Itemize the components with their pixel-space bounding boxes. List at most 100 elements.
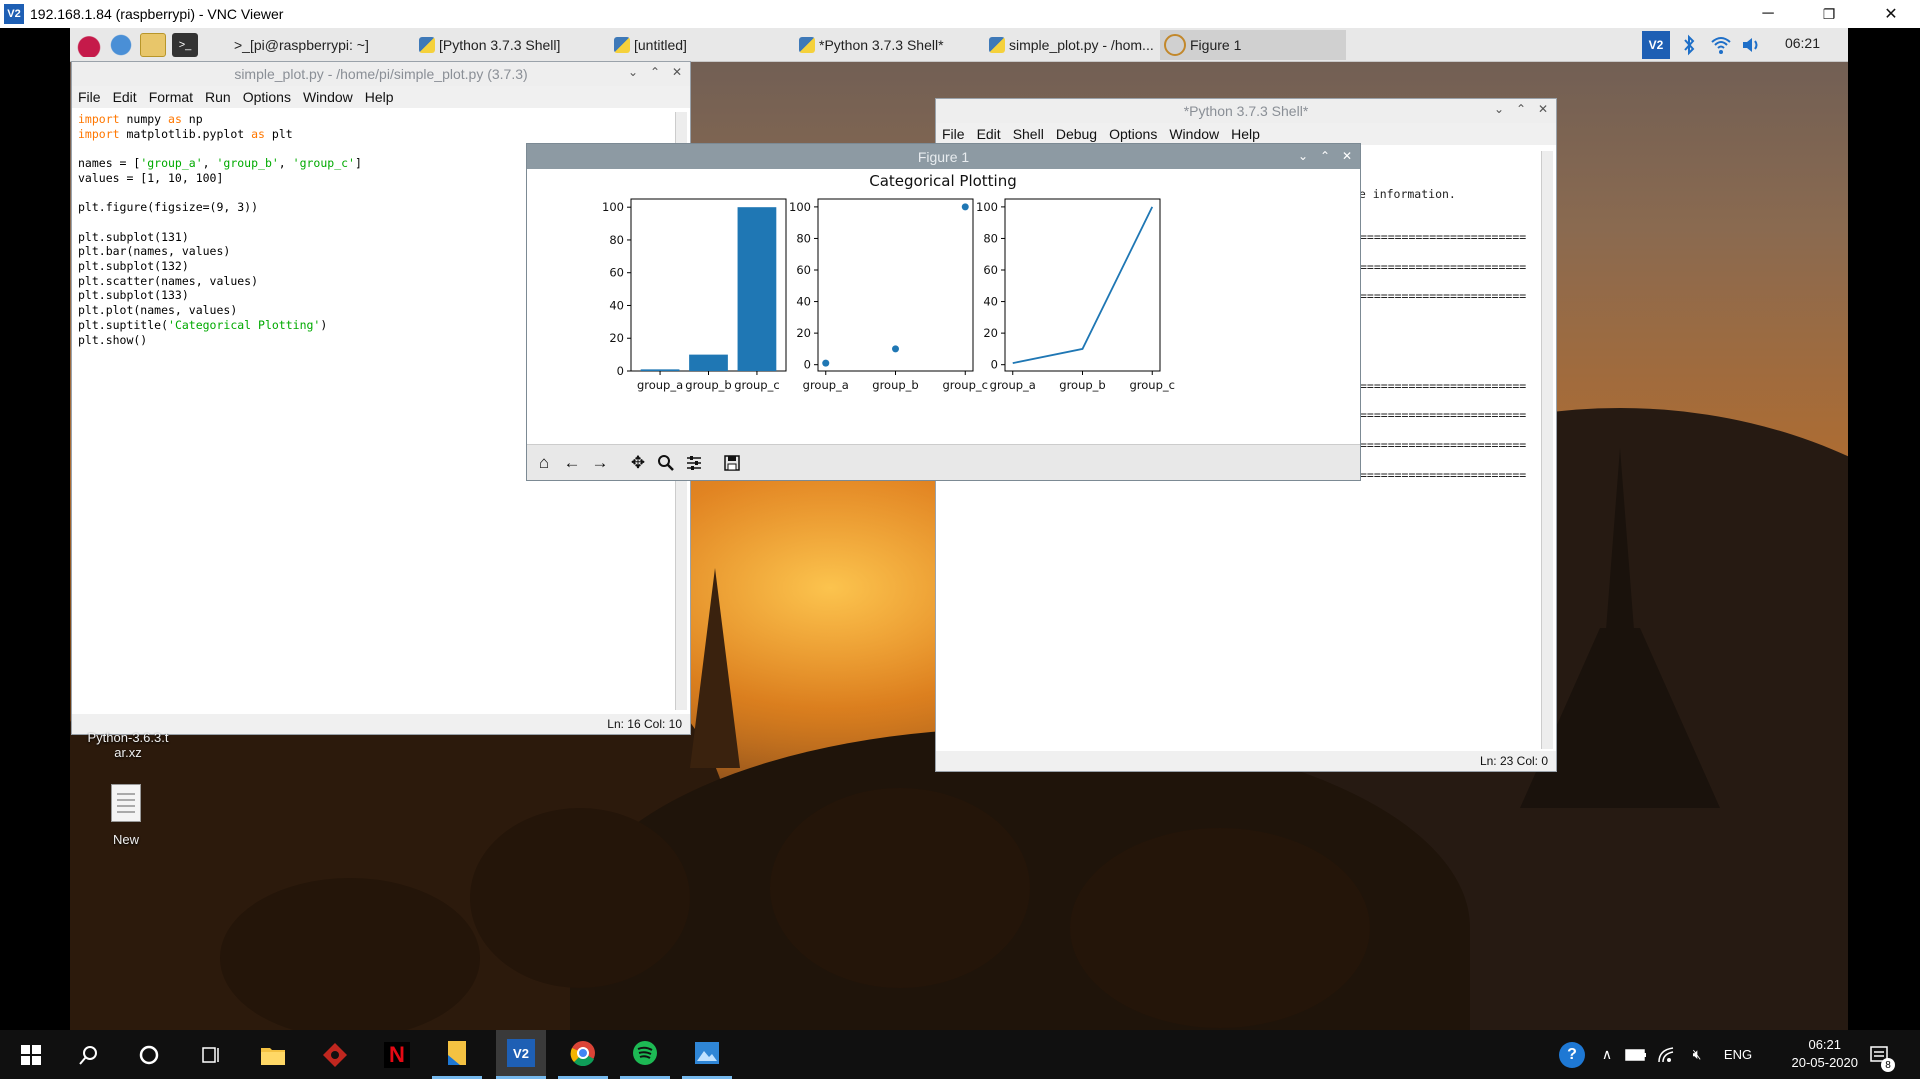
text-file-icon[interactable] <box>111 784 141 822</box>
shell-separator: ======================== <box>1360 260 1527 274</box>
menu-window[interactable]: Window <box>303 89 353 105</box>
cortana-icon[interactable] <box>124 1030 174 1079</box>
cursor-position: Ln: 23 Col: 0 <box>1479 754 1548 768</box>
task-python-shell[interactable]: [Python 3.7.3 Shell] <box>415 30 575 60</box>
y-tick-label: 20 <box>983 326 998 340</box>
bluetooth-icon[interactable] <box>1682 34 1696 56</box>
chevron-up-icon[interactable]: ∧ <box>1592 1030 1622 1079</box>
notifications-icon[interactable]: 8 <box>1860 1030 1900 1079</box>
bar <box>689 354 728 371</box>
close-icon[interactable]: ✕ <box>1342 149 1352 163</box>
menu-window[interactable]: Window <box>1169 126 1219 142</box>
clock-time: 06:21 <box>1808 1037 1842 1052</box>
raspberry-menu-icon[interactable] <box>76 33 102 57</box>
menu-run[interactable]: Run <box>205 89 231 105</box>
y-tick-label: 80 <box>983 231 998 245</box>
vnc-title-bar: V2 192.168.1.84 (raspberrypi) - VNC View… <box>0 0 1920 28</box>
game-app-icon[interactable] <box>310 1030 360 1079</box>
shell-separator: ======================== <box>1360 230 1527 244</box>
x-tick-label: group_c <box>1130 378 1175 392</box>
search-icon[interactable] <box>64 1030 114 1079</box>
rpi-top-panel: >_ >_[pi@raspberrypi: ~] [Python 3.7.3 S… <box>70 28 1848 62</box>
menu-debug[interactable]: Debug <box>1056 126 1097 142</box>
shell-menubar: File Edit Shell Debug Options Window Hel… <box>936 123 1556 145</box>
chrome-icon[interactable] <box>558 1030 608 1079</box>
vnc-window-title: 192.168.1.84 (raspberrypi) - VNC Viewer <box>30 6 284 22</box>
maximize-icon[interactable]: ⌃ <box>1320 149 1330 163</box>
forward-icon[interactable]: → <box>587 450 613 476</box>
battery-icon[interactable] <box>1620 1030 1652 1079</box>
home-icon[interactable]: ⌂ <box>531 450 557 476</box>
menu-file[interactable]: File <box>942 126 965 142</box>
menu-help[interactable]: Help <box>1231 126 1260 142</box>
chevron-down-icon[interactable]: ⌄ <box>1494 102 1504 116</box>
minimize-button[interactable]: ─ <box>1745 0 1791 28</box>
x-tick-label: group_c <box>734 378 779 392</box>
plot-canvas[interactable]: Categorical Plotting 0 20 40 60 80 100 group_a g… <box>527 169 1360 444</box>
y-tick-label: 0 <box>991 358 998 372</box>
task-label: simple_plot.py - /hom... <box>1009 37 1154 53</box>
wifi-icon[interactable] <box>1710 34 1732 56</box>
menu-edit[interactable]: Edit <box>113 89 137 105</box>
task-python-shell-modified[interactable]: *Python 3.7.3 Shell* <box>795 30 945 60</box>
menu-shell[interactable]: Shell <box>1013 126 1044 142</box>
menu-edit[interactable]: Edit <box>977 126 1001 142</box>
menu-file[interactable]: File <box>78 89 101 105</box>
task-terminal[interactable]: >_[pi@raspberrypi: ~] <box>230 30 380 60</box>
chevron-down-icon[interactable]: ⌄ <box>628 65 638 79</box>
y-tick-label: 40 <box>796 295 811 309</box>
shell-scrollbar[interactable] <box>1541 151 1553 749</box>
chart-title: Categorical Plotting <box>869 172 1017 190</box>
code-line: import matplotlib.pyplot as plt <box>78 126 293 141</box>
zoom-icon[interactable] <box>653 450 679 476</box>
pan-icon[interactable]: ✥ <box>625 450 651 476</box>
task-untitled[interactable]: [untitled] <box>610 30 750 60</box>
desktop-file-new[interactable]: New <box>96 832 156 847</box>
file-explorer-icon[interactable] <box>248 1030 298 1079</box>
desktop-file-python-archive[interactable]: Python-3.6.3.t ar.xz <box>76 730 180 760</box>
shell-separator: ======================== <box>1360 408 1527 422</box>
task-figure-1[interactable]: Figure 1 <box>1160 30 1346 60</box>
muted-speaker-icon[interactable]: 🔇︎ <box>1682 1030 1712 1079</box>
task-view-icon[interactable] <box>186 1030 236 1079</box>
volume-icon[interactable] <box>1740 34 1762 56</box>
language-indicator[interactable]: ENG <box>1716 1030 1760 1079</box>
help-icon[interactable]: ? <box>1552 1030 1592 1079</box>
menu-options[interactable]: Options <box>243 89 291 105</box>
sticky-notes-icon[interactable] <box>432 1030 482 1079</box>
restore-button[interactable]: ❐ <box>1806 0 1852 28</box>
chevron-down-icon[interactable]: ⌄ <box>1298 149 1308 163</box>
menu-format[interactable]: Format <box>149 89 193 105</box>
maximize-icon[interactable]: ⌃ <box>1516 102 1526 116</box>
netflix-icon[interactable]: N <box>372 1030 422 1079</box>
windows-start-icon[interactable] <box>6 1030 56 1079</box>
configure-icon[interactable] <box>681 450 707 476</box>
menu-help[interactable]: Help <box>365 89 394 105</box>
save-icon[interactable] <box>719 450 745 476</box>
system-clock[interactable]: 06:21 20-05-2020 <box>1792 1036 1859 1072</box>
terminal-icon[interactable]: >_ <box>172 33 198 57</box>
task-simple-plot[interactable]: simple_plot.py - /hom... <box>985 30 1155 60</box>
cursor-position: Ln: 16 Col: 10 <box>607 717 682 731</box>
menu-options[interactable]: Options <box>1109 126 1157 142</box>
windows-taskbar: N V2 ? ∧ 🔇︎ ENG 06:21 20-05-2020 8 <box>0 1030 1920 1079</box>
code-line: import numpy as np <box>78 112 203 126</box>
editor-title-bar: simple_plot.py - /home/pi/simple_plot.py… <box>72 62 690 86</box>
y-tick-label: 60 <box>609 266 624 280</box>
vnc-tray-icon[interactable]: V2 <box>1642 31 1670 59</box>
back-icon[interactable]: ← <box>559 450 585 476</box>
file-manager-icon[interactable] <box>140 33 166 57</box>
browser-icon[interactable] <box>108 33 134 57</box>
network-icon[interactable] <box>1652 1030 1682 1079</box>
maximize-icon[interactable]: ⌃ <box>650 65 660 79</box>
close-icon[interactable]: ✕ <box>1538 102 1548 116</box>
x-tick-label: group_a <box>637 378 683 392</box>
close-button[interactable]: ✕ <box>1868 0 1914 28</box>
vnc-viewer-taskbar-icon[interactable]: V2 <box>496 1030 546 1079</box>
photos-icon[interactable] <box>682 1030 732 1079</box>
y-tick-label: 100 <box>602 200 624 214</box>
shell-separator: ======================== <box>1360 438 1527 452</box>
close-icon[interactable]: ✕ <box>672 65 682 79</box>
y-tick-label: 40 <box>983 295 998 309</box>
spotify-icon[interactable] <box>620 1030 670 1079</box>
